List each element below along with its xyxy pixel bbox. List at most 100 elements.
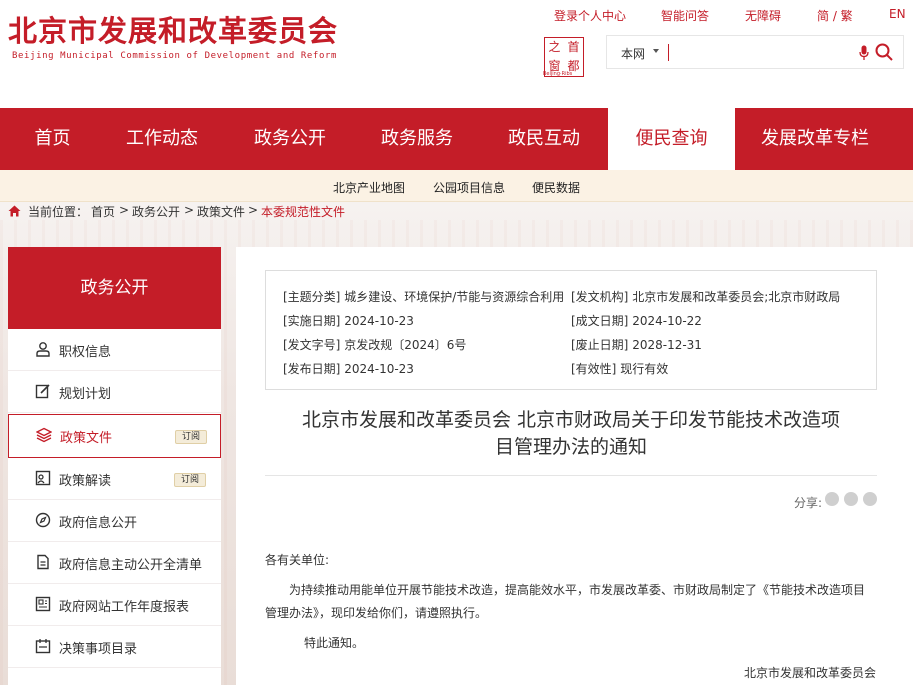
nav-convenience-query[interactable]: 便民查询 [608,108,735,170]
meta-key: [主题分类] [283,290,341,304]
article-panel: [主题分类] 城乡建设、环境保护/节能与资源综合利用 [发文机构] 北京市发展和… [236,247,913,685]
site-header: 北京市发展和改革委员会 Beijing Municipal Commission… [0,0,913,108]
sidebar-item-label: 政府网站工作年度报表 [59,600,190,615]
smart-qa-link[interactable]: 智能问答 [661,7,709,24]
share-label: 分享: [794,496,823,510]
meta-doc-no: [发文字号] 京发改规〔2024〕6号 [283,336,466,353]
sidebar-item-label: 决策事项目录 [59,642,138,657]
sidebar: 政务公开 职权信息 规划计划 政策文件 订阅 政策解读 订阅 政府信息公开 政府… [8,247,221,685]
edit-icon [35,384,50,399]
search-icon[interactable] [875,43,893,61]
meta-key: [发文字号] [283,338,341,352]
article-paragraph-line: 为持续推动用能单位开展节能技术改造，提高能效水平，市发展改革委、市财政局制定了《… [289,583,866,597]
subscribe-badge[interactable]: 订阅 [175,430,207,444]
search-box: 本网 [606,35,904,69]
compass-icon [35,512,51,528]
meta-value: 京发改规〔2024〕6号 [344,338,467,352]
sidebar-item-policy-docs[interactable]: 政策文件 订阅 [8,414,221,458]
login-link[interactable]: 登录个人中心 [554,7,626,24]
article-title-line: 目管理办法的通知 [494,436,647,458]
search-input[interactable] [673,41,853,63]
breadcrumb-separator: > [119,203,130,217]
article-signature: 北京市发展和改革委员会 [744,666,877,680]
wechat-share-icon[interactable] [844,492,858,506]
meta-key: [发文机构] [571,290,629,304]
layers-icon [36,427,52,443]
sidebar-item-decision-catalog[interactable]: 决策事项目录 [8,626,221,668]
sidebar-item-label: 政策文件 [60,431,113,446]
calendar-icon [35,639,51,654]
seal-char: 之 [548,40,561,54]
breadcrumb-label: 当前位置： [28,205,89,219]
sidebar-title: 政务公开 [8,247,221,329]
meta-pub-date: [发布日期] 2024-10-23 [283,360,414,377]
report-icon [35,596,51,612]
nav-gov-service[interactable]: 政务服务 [373,108,461,170]
meta-value: 北京市发展和改革委员会;北京市财政局 [632,290,841,304]
meta-key: [成文日期] [571,314,629,328]
nav-gov-open[interactable]: 政务公开 [246,108,334,170]
article-greeting: 各有关单位: [265,553,330,567]
sidebar-item-label: 政府信息主动公开全清单 [59,558,203,573]
microphone-icon[interactable] [859,45,869,61]
sidebar-item-active-disclosure-list[interactable]: 政府信息主动公开全清单 [8,542,221,584]
list-doc-icon [37,554,49,570]
seal-char: 首 [567,40,580,54]
meta-org: [发文机构] 北京市发展和改革委员会;北京市财政局 [571,288,840,305]
home-icon [8,205,21,217]
nav-home[interactable]: 首页 [10,108,95,170]
nav-work-news[interactable]: 工作动态 [118,108,206,170]
english-link[interactable]: EN [889,7,906,21]
sidebar-item-annual-report[interactable]: 政府网站工作年度报表 [8,584,221,626]
accessibility-link[interactable]: 无障碍 [745,7,781,24]
site-logo-cn[interactable]: 北京市发展和改革委员会 [8,8,338,50]
weibo-share-icon[interactable] [825,492,839,506]
interpret-icon [35,470,51,486]
sub-nav: 北京产业地图 公园项目信息 便民数据 [0,170,913,202]
meta-topic: [主题分类] 城乡建设、环境保护/节能与资源综合利用 [283,288,564,305]
meta-value: 2028-12-31 [632,338,702,352]
more-share-icon[interactable] [863,492,877,506]
nav-interaction[interactable]: 政民互动 [500,108,588,170]
search-scope-select[interactable]: 本网 [621,45,645,62]
subnav-public-data[interactable]: 便民数据 [532,179,580,196]
breadcrumb-policy-docs[interactable]: 政策文件 [197,203,245,220]
simplified-traditional-toggle[interactable]: 简 / 繁 [817,7,853,24]
subnav-park-projects[interactable]: 公园项目信息 [433,179,505,196]
article-title: 北京市发展和改革委员会 北京市财政局关于印发节能技术改造项 目管理办法的通知 [265,407,877,461]
breadcrumb-separator: > [184,203,195,217]
seal-subtitle: Beijing·Ribs [543,71,573,77]
subscribe-badge[interactable]: 订阅 [174,473,206,487]
document-meta-table: [主题分类] 城乡建设、环境保护/节能与资源综合利用 [发文机构] 北京市发展和… [265,270,877,390]
meta-key: [实施日期] [283,314,341,328]
meta-value: 2024-10-23 [344,362,414,376]
sidebar-item-planning[interactable]: 规划计划 [8,371,221,413]
sidebar-item-authority-info[interactable]: 职权信息 [8,329,221,371]
search-cursor [668,44,669,61]
breadcrumb-current[interactable]: 本委规范性文件 [261,203,345,220]
meta-validity: [有效性] 现行有效 [571,360,668,377]
meta-key: [废止日期] [571,338,629,352]
meta-key: [发布日期] [283,362,341,376]
nav-reform-column[interactable]: 发展改革专栏 [752,108,878,170]
site-logo-en: Beijing Municipal Commission of Developm… [12,51,337,61]
meta-value: 2024-10-22 [632,314,702,328]
meta-key: [有效性] [571,362,617,376]
sidebar-item-gov-info-open[interactable]: 政府信息公开 [8,500,221,542]
article-closing: 特此通知。 [304,636,365,650]
title-divider [265,475,877,476]
sidebar-item-label: 政策解读 [59,474,112,489]
sidebar-item-label: 政府信息公开 [59,516,138,531]
article-paragraph-line: 管理办法》，现印发给你们，请遵照执行。 [265,606,488,620]
breadcrumb-gov-open[interactable]: 政务公开 [132,203,180,220]
breadcrumb-separator: > [248,203,259,217]
sidebar-item-label: 规划计划 [59,387,112,402]
subnav-industry-map[interactable]: 北京产业地图 [333,179,405,196]
meta-impl-date: [实施日期] 2024-10-23 [283,312,414,329]
sidebar-item-policy-interpret[interactable]: 政策解读 订阅 [8,458,221,500]
person-icon [36,342,50,357]
chevron-down-icon[interactable] [653,49,659,53]
main-nav: 首页 工作动态 政务公开 政务服务 政民互动 便民查询 发展改革专栏 [0,108,913,170]
breadcrumb-home[interactable]: 首页 [91,203,115,220]
meta-expire-date: [废止日期] 2028-12-31 [571,336,702,353]
